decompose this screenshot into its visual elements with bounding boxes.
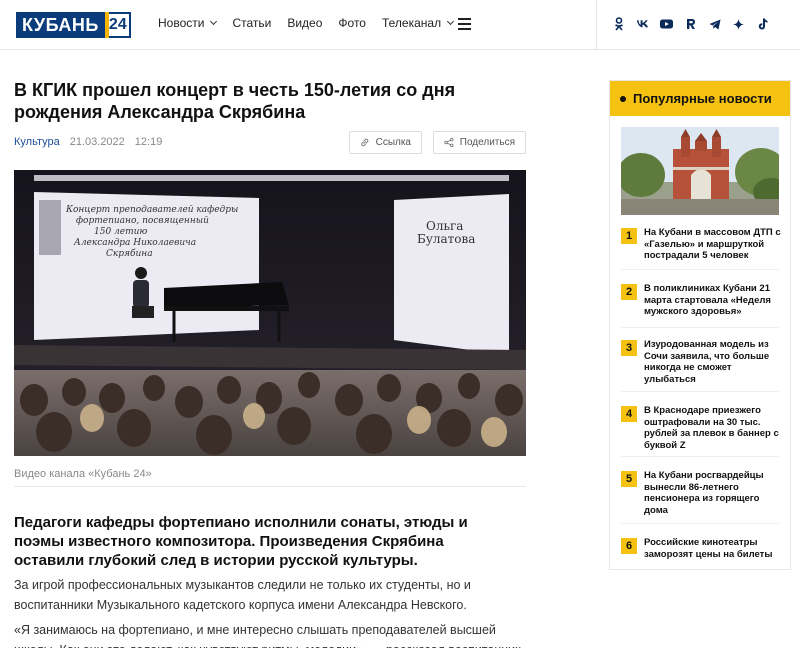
odnoklassniki-icon[interactable]: [612, 16, 625, 32]
article-meta: Культура 21.03.2022 12:19: [14, 136, 162, 148]
nav-photo-label: Фото: [338, 16, 366, 30]
news-divider: [621, 327, 779, 328]
article-paragraph: «Я занимаюсь на фортепиано, и мне интере…: [14, 623, 521, 648]
nav-tv[interactable]: Телеканал: [381, 16, 455, 30]
sidebar-header: Популярные новости: [610, 81, 790, 116]
copy-link-button[interactable]: Ссылка: [349, 131, 422, 154]
news-rank: 4: [621, 406, 637, 422]
news-rank: 6: [621, 538, 637, 554]
nav-tv-label: Телеканал: [381, 16, 442, 30]
popular-news-image[interactable]: [621, 127, 779, 215]
article-paragraph: За игрой профессиональных музыкантов сле…: [14, 578, 471, 612]
article-category[interactable]: Культура: [14, 136, 60, 148]
photo-caption: Видео канала «Кубань 24»: [14, 468, 152, 480]
chevron-down-icon: [447, 17, 455, 26]
copy-link-label: Ссылка: [375, 137, 411, 148]
main-nav: Новости Статьи Видео Фото Телеканал: [158, 16, 455, 30]
popular-news-item[interactable]: 3 Изуродованная модель из Сочи заявила, …: [621, 339, 781, 385]
site-header: КУБАНЬ 24 Новости Статьи Видео Фото Теле…: [0, 0, 800, 50]
nav-video[interactable]: Видео: [287, 16, 322, 30]
triumphal-arch-illustration: [621, 127, 779, 215]
nav-articles-label: Статьи: [232, 16, 272, 30]
article-time: 12:19: [134, 136, 163, 148]
concert-photo-illustration: Концерт преподавателей кафедры фортепиан…: [14, 170, 526, 456]
logo-number: 24: [104, 12, 131, 38]
popular-news-item[interactable]: 5 На Кубани росгвардейцы вынесли 86-летн…: [621, 470, 781, 516]
nav-video-label: Видео: [287, 16, 323, 30]
share-button[interactable]: Поделиться: [433, 131, 526, 154]
news-rank: 1: [621, 228, 637, 244]
news-title: В Краснодаре приезжего оштрафовали на 30…: [644, 405, 779, 451]
news-divider: [621, 523, 779, 524]
chevron-down-icon: [210, 17, 218, 26]
nav-news-label: Новости: [158, 16, 205, 30]
news-title: В поликлиниках Кубани 21 марта стартовал…: [644, 283, 771, 317]
news-title: Изуродованная модель из Сочи заявила, чт…: [644, 339, 770, 385]
news-rank: 3: [621, 340, 637, 356]
news-divider: [621, 391, 779, 392]
popular-news-item[interactable]: 4 В Краснодаре приезжего оштрафовали на …: [621, 405, 781, 451]
popular-news-item[interactable]: 2 В поликлиниках Кубани 21 марта стартов…: [621, 283, 781, 318]
news-title: На Кубани в массовом ДТП с «Газелью» и м…: [644, 227, 781, 261]
news-title: На Кубани росгвардейцы вынесли 86-летнег…: [644, 470, 764, 516]
screen-name: Ольга Булатова: [417, 219, 475, 246]
news-rank: 5: [621, 471, 637, 487]
vk-icon[interactable]: [636, 16, 649, 32]
logo-text: КУБАНЬ: [16, 12, 105, 38]
article-photo[interactable]: Концерт преподавателей кафедры фортепиан…: [14, 170, 526, 456]
news-title: Российские кинотеатры заморозят цены на …: [644, 537, 773, 560]
news-divider: [621, 269, 779, 270]
article-lead: Педагоги кафедры фортепиано исполнили со…: [14, 514, 468, 569]
menu-burger-icon[interactable]: [458, 18, 471, 30]
caption-divider: [14, 486, 526, 487]
youtube-icon[interactable]: [660, 16, 673, 32]
telegram-icon[interactable]: [708, 16, 721, 32]
social-links: [612, 16, 769, 32]
news-divider: [621, 456, 779, 457]
rutube-icon[interactable]: [684, 16, 697, 32]
header-divider: [596, 0, 597, 50]
article-date: 21.03.2022: [69, 136, 125, 148]
nav-articles[interactable]: Статьи: [232, 16, 271, 30]
nav-news[interactable]: Новости: [158, 16, 218, 30]
zen-icon[interactable]: [732, 16, 745, 32]
popular-news-sidebar: Популярные новости 1 На Кубани в массово…: [609, 80, 791, 570]
bullet-icon: [620, 95, 626, 102]
tiktok-icon[interactable]: [756, 16, 769, 32]
popular-news-item[interactable]: 6 Российские кинотеатры заморозят цены н…: [621, 537, 781, 560]
nav-photo[interactable]: Фото: [338, 16, 366, 30]
share-icon: [444, 137, 454, 148]
news-rank: 2: [621, 284, 637, 300]
link-icon: [361, 138, 369, 147]
share-label: Поделиться: [459, 137, 515, 148]
popular-news-item[interactable]: 1 На Кубани в массовом ДТП с «Газелью» и…: [621, 227, 781, 262]
sidebar-title: Популярные новости: [633, 91, 772, 106]
article-title: В КГИК прошел концерт в честь 150-летия …: [14, 80, 456, 122]
site-logo[interactable]: КУБАНЬ 24: [16, 12, 131, 38]
